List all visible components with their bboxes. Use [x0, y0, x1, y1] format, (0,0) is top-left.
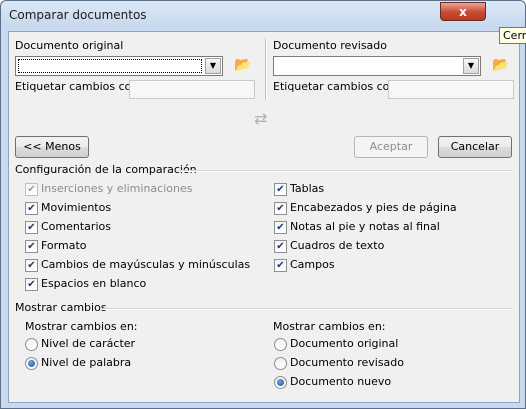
dialog-window: Comparar documentos x Documento original…	[0, 0, 526, 409]
original-document-input[interactable]	[18, 59, 202, 73]
open-folder-icon[interactable]: 📂	[234, 57, 252, 73]
word-level-radio[interactable]	[25, 357, 38, 370]
fields-label: Campos	[290, 258, 335, 271]
show-doc-label: Mostrar cambios en:	[273, 320, 386, 333]
headers-footers-checkbox[interactable]: ✔	[274, 202, 287, 215]
tables-label: Tablas	[290, 182, 325, 195]
moves-label: Movimientos	[41, 201, 112, 214]
moves-checkbox[interactable]: ✔	[25, 202, 38, 215]
footnotes-checkbox[interactable]: ✔	[274, 221, 287, 234]
revised-document-combo[interactable]: ▼	[273, 56, 481, 76]
text-boxes-checkbox[interactable]: ✔	[274, 240, 287, 253]
white-space-checkbox[interactable]: ✔	[25, 278, 38, 291]
revised-document-input[interactable]	[276, 59, 460, 73]
original-document-combo[interactable]: ▼	[15, 56, 223, 76]
case-changes-checkbox[interactable]: ✔	[25, 259, 38, 272]
close-tooltip: Cerrar	[499, 27, 526, 44]
insertions-label: Inserciones y eliminaciones	[41, 182, 193, 195]
swap-arrows-icon[interactable]: ⇄	[254, 109, 267, 128]
text-boxes-label: Cuadros de texto	[290, 239, 385, 252]
dialog-title: Comparar documentos	[9, 8, 147, 22]
close-button[interactable]: x	[440, 2, 486, 21]
title-bar[interactable]: Comparar documentos x	[1, 1, 525, 29]
comments-checkbox[interactable]: ✔	[25, 221, 38, 234]
show-level-label: Mostrar cambios en:	[25, 320, 138, 333]
original-tag-field[interactable]	[129, 80, 255, 99]
open-folder-icon[interactable]: 📂	[492, 57, 510, 73]
revised-document-label: Documento revisado	[273, 39, 388, 52]
comparison-settings-heading: Configuración de la comparación	[15, 163, 197, 176]
accept-button[interactable]: Aceptar	[354, 136, 428, 158]
revised-tag-label: Etiquetar cambios con	[273, 80, 397, 93]
dialog-body: Documento original ▼ 📂 Etiquetar cambios…	[8, 31, 520, 403]
original-document-option-label: Documento original	[290, 337, 399, 350]
cancel-button[interactable]: Cancelar	[438, 136, 512, 158]
revised-document-option-label: Documento revisado	[290, 356, 405, 369]
headers-footers-label: Encabezados y pies de página	[290, 201, 457, 214]
character-level-radio[interactable]	[25, 338, 38, 351]
vertical-divider	[265, 38, 267, 100]
character-level-label: Nivel de carácter	[41, 337, 136, 350]
fields-checkbox[interactable]: ✔	[274, 259, 287, 272]
word-level-label: Nivel de palabra	[41, 356, 132, 369]
white-space-label: Espacios en blanco	[41, 277, 147, 290]
new-document-option-label: Documento nuevo	[290, 375, 392, 388]
show-changes-heading: Mostrar cambios	[15, 301, 107, 314]
tables-checkbox[interactable]: ✔	[274, 183, 287, 196]
new-document-radio[interactable]	[274, 376, 287, 389]
revised-document-radio[interactable]	[274, 357, 287, 370]
formatting-checkbox[interactable]: ✔	[25, 240, 38, 253]
close-icon: x	[459, 5, 467, 19]
insertions-checkbox[interactable]: ✔	[25, 183, 38, 196]
formatting-label: Formato	[41, 239, 87, 252]
original-document-label: Documento original	[15, 39, 124, 52]
less-button[interactable]: << Menos	[15, 136, 89, 158]
chevron-down-icon[interactable]: ▼	[205, 58, 221, 74]
original-tag-label: Etiquetar cambios con	[15, 80, 139, 93]
footnotes-label: Notas al pie y notas al final	[290, 220, 440, 233]
comments-label: Comentarios	[41, 220, 111, 233]
chevron-down-icon[interactable]: ▼	[463, 58, 479, 74]
case-changes-label: Cambios de mayúsculas y minúsculas	[41, 258, 251, 271]
divider	[103, 308, 513, 310]
revised-tag-field[interactable]	[388, 80, 514, 99]
original-document-radio[interactable]	[274, 338, 287, 351]
divider	[179, 170, 513, 172]
